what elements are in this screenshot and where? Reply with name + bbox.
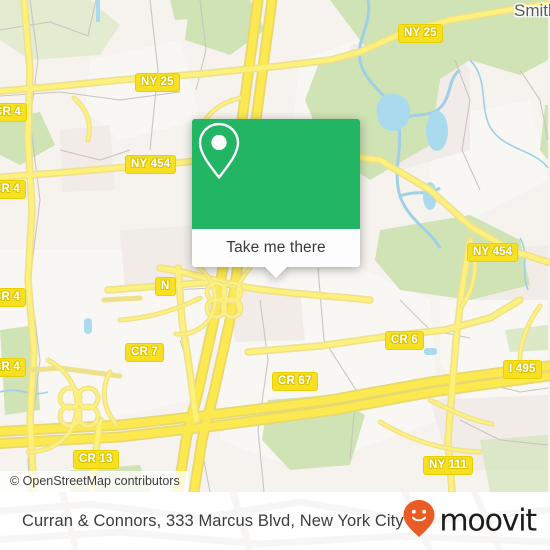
highway-shield[interactable]: CR 6 [385,331,425,350]
highway-shield[interactable]: CR 13 [73,450,119,469]
screenshot-root: Smith NY 25 NY 25 CR 4 NY 454 CR 4 NY 45… [0,0,550,550]
location-title: Curran & Connors, 333 Marcus Blvd, New Y… [22,511,404,530]
place-label-smithtown: Smith [514,1,550,20]
highway-shield[interactable]: CR 4 [0,358,27,377]
highway-shield[interactable]: CR 4 [0,180,27,199]
highway-shield[interactable]: NY 25 [135,73,180,92]
map-canvas[interactable]: Smith NY 25 NY 25 CR 4 NY 454 CR 4 NY 45… [0,0,550,492]
location-popup[interactable]: Take me there [192,119,360,278]
highway-shield[interactable]: NY 25 [398,24,443,43]
highway-shield[interactable]: NY 111 [423,456,474,475]
map-attribution[interactable]: © OpenStreetMap contributors [0,471,188,492]
highway-shield[interactable]: CR 4 [0,288,27,307]
footer-bar: Curran & Connors, 333 Marcus Blvd, New Y… [0,492,550,550]
highway-shield[interactable]: CR 4 [0,103,28,122]
moovit-wordmark: moovit [439,503,537,538]
highway-shield[interactable]: I 495 [503,360,542,379]
highway-shield[interactable]: NY 454 [467,243,519,262]
highway-shield[interactable]: CR 67 [272,372,318,391]
highway-shield[interactable]: CR 7 [125,343,165,362]
popup-image-panel [192,119,360,229]
highway-shield[interactable]: N [155,277,176,296]
highway-shield[interactable]: NY 454 [125,155,177,174]
take-me-there-button[interactable]: Take me there [192,229,360,278]
popup-tail [265,267,287,278]
take-me-there-label: Take me there [226,239,326,256]
moovit-logo[interactable]: moovit [402,499,537,544]
moovit-pin-smiley-icon [402,499,436,544]
